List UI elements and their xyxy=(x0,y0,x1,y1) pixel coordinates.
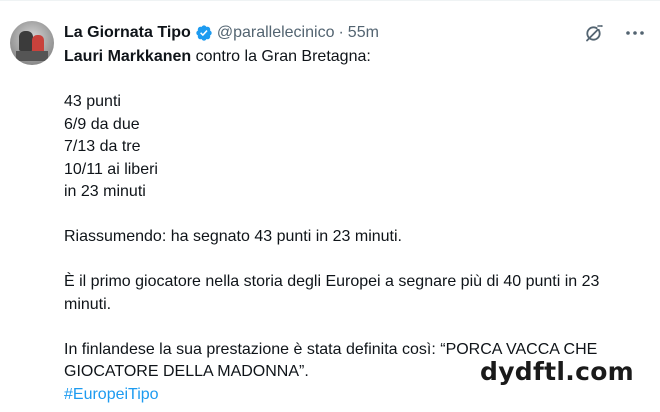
tweet-card[interactable]: La Giornata Tipo @parallelecinico · 55m xyxy=(0,0,660,412)
watermark: dydftl.com xyxy=(480,357,635,386)
tweet-text: Lauri Markkanen contro la Gran Bretagna:… xyxy=(64,46,650,406)
hashtag-link[interactable]: #EuropeiTipo xyxy=(64,386,159,403)
avatar[interactable] xyxy=(10,21,54,65)
record-paragraph: È il primo giocatore nella storia degli … xyxy=(64,273,600,313)
grok-icon[interactable] xyxy=(584,23,604,43)
stat-line: 6/9 da due xyxy=(64,115,140,133)
timestamp[interactable]: 55m xyxy=(348,24,379,42)
stat-line: in 23 minuti xyxy=(64,183,146,200)
summary-line: Riassumendo: ha segnato 43 punti in 23 m… xyxy=(64,228,402,245)
tweet-line: Lauri Markkanen contro la Gran Bretagna: xyxy=(64,48,371,65)
separator-dot: · xyxy=(338,24,344,41)
verified-badge-icon xyxy=(195,24,213,42)
more-options-icon[interactable] xyxy=(624,23,646,43)
stat-line: 43 punti xyxy=(64,93,121,110)
tweet-actions xyxy=(584,23,646,43)
stat-line: 10/11 ai liberi xyxy=(64,160,158,178)
handle[interactable]: @parallelecinico xyxy=(217,24,335,42)
display-name[interactable]: La Giornata Tipo xyxy=(64,24,191,42)
player-name: Lauri Markkanen xyxy=(64,48,192,65)
stat-line: 7/13 da tre xyxy=(64,138,141,155)
tweet-header: La Giornata Tipo @parallelecinico · 55m xyxy=(64,22,379,44)
